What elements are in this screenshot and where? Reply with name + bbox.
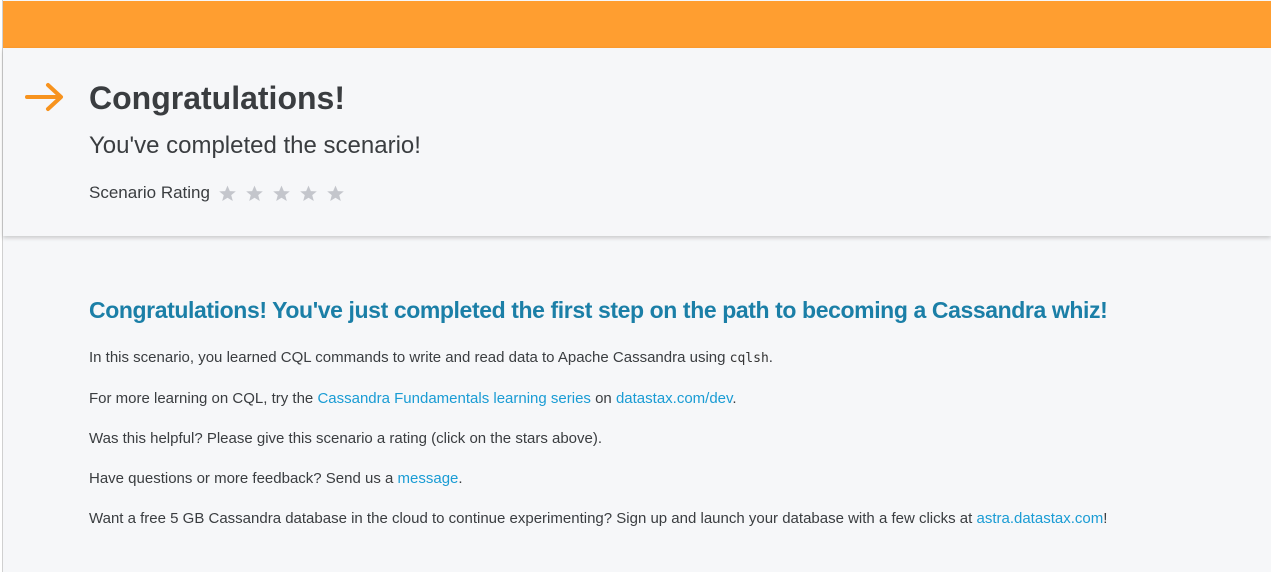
learning-text: For more learning on CQL, try the xyxy=(89,390,318,407)
star-icon[interactable] xyxy=(245,184,264,203)
feedback-paragraph: Have questions or more feedback? Send us… xyxy=(89,469,1259,488)
arrow-right-icon xyxy=(25,82,65,112)
feedback-text: Have questions or more feedback? Send us… xyxy=(89,470,398,487)
page-title: Congratulations! xyxy=(89,80,345,116)
star-icon[interactable] xyxy=(326,184,345,203)
learning-end: . xyxy=(732,390,737,407)
star-icon[interactable] xyxy=(218,184,237,203)
finish-heading: Congratulations! You've just completed t… xyxy=(89,297,1108,323)
message-link[interactable]: message xyxy=(398,470,459,487)
summary-text: In this scenario, you learned CQL comman… xyxy=(89,349,730,366)
astra-end: ! xyxy=(1103,510,1108,527)
finish-content: Congratulations! You've just completed t… xyxy=(89,292,1259,549)
star-icon[interactable] xyxy=(272,184,291,203)
cassandra-fundamentals-link[interactable]: Cassandra Fundamentals learning series xyxy=(317,390,590,407)
rating-label: Scenario Rating xyxy=(89,183,210,202)
datastax-dev-link[interactable]: datastax.com/dev xyxy=(616,390,732,407)
star-icon[interactable] xyxy=(299,184,318,203)
astra-link[interactable]: astra.datastax.com xyxy=(976,510,1103,527)
summary-paragraph: In this scenario, you learned CQL comman… xyxy=(89,348,1259,368)
feedback-end: . xyxy=(458,470,463,487)
learning-paragraph: For more learning on CQL, try the Cassan… xyxy=(89,389,1259,408)
cqlsh-code: cqlsh xyxy=(729,351,769,366)
learning-mid: on xyxy=(590,390,616,407)
scenario-rating: Scenario Rating xyxy=(89,181,353,205)
astra-text: Want a free 5 GB Cassandra database in t… xyxy=(89,510,977,527)
summary-end: . xyxy=(768,349,773,366)
top-banner xyxy=(3,1,1271,48)
page-subtitle: You've completed the scenario! xyxy=(89,132,421,159)
helpful-paragraph: Was this helpful? Please give this scena… xyxy=(89,430,603,447)
completion-header: Congratulations! You've completed the sc… xyxy=(3,48,1271,236)
astra-paragraph: Want a free 5 GB Cassandra database in t… xyxy=(89,509,1259,528)
